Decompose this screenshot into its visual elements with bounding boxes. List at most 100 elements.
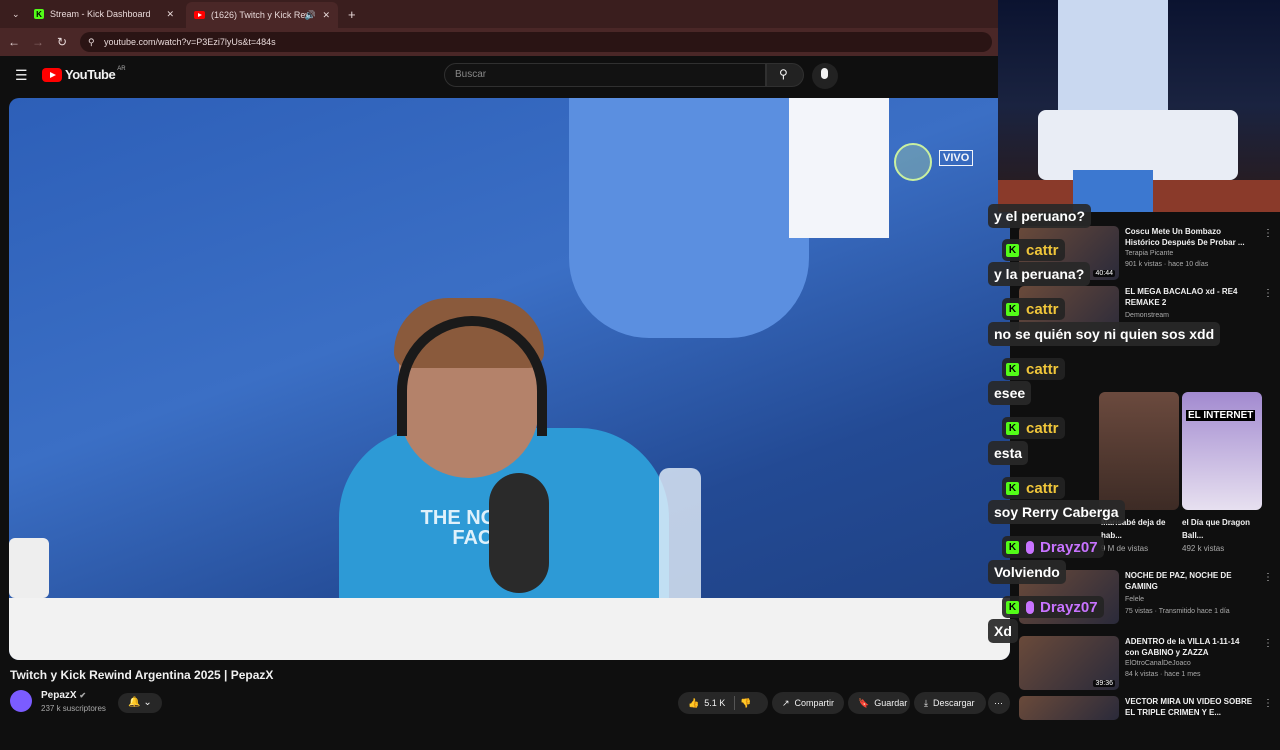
username-text: Drayz07: [1040, 538, 1098, 556]
microphone-icon: [821, 68, 828, 79]
back-icon[interactable]: ←: [6, 34, 22, 50]
username-text: Drayz07: [1040, 598, 1098, 616]
youtube-icon: [194, 11, 205, 19]
short-thumbnail[interactable]: EL INTERNET: [1182, 392, 1262, 510]
username-text: cattr: [1026, 360, 1059, 378]
stream-logo-icon: [894, 143, 932, 181]
chat-message: Xd: [988, 619, 1018, 643]
more-icon[interactable]: ⋮: [1263, 698, 1273, 709]
recommendation-item[interactable]: 39:36 ADENTRO de la VILLA 1-11-14 con GA…: [1019, 636, 1275, 690]
rec-title: EL MEGA BACALAO xd - RE4 REMAKE 2: [1125, 287, 1238, 307]
chat-message: esta: [988, 441, 1029, 465]
search-input[interactable]: Buscar: [444, 63, 766, 87]
chat-username: K Drayz07: [1002, 536, 1104, 558]
more-actions-button[interactable]: ⋯: [988, 692, 1010, 714]
background-shape: [569, 98, 809, 338]
forward-icon[interactable]: →: [30, 34, 46, 50]
live-badge: VIVO: [939, 150, 974, 166]
recommendations-sidebar: 40:44 Coscu Mete Un Bombazo Histórico De…: [1010, 212, 1280, 720]
download-button[interactable]: ⤓ Descargar: [914, 692, 986, 714]
short-views: 492 k vistas: [1182, 544, 1225, 553]
youtube-logo[interactable]: YouTube AR: [42, 66, 126, 82]
kick-icon: K: [1006, 243, 1019, 257]
rec-channel: Felele: [1125, 596, 1145, 603]
site-info-icon[interactable]: ⚲: [88, 37, 95, 48]
chat-message: Volviendo: [988, 560, 1066, 584]
rec-title: VECTOR MIRA UN VIDEO SOBRE EL TRIPLE CRI…: [1125, 697, 1253, 717]
share-button[interactable]: ↗ Compartir: [772, 692, 844, 714]
more-icon[interactable]: ⋮: [1263, 638, 1273, 649]
kick-icon: K: [1006, 302, 1019, 316]
download-icon: ⤓: [924, 697, 928, 708]
microphone-badge-icon: [1026, 600, 1034, 614]
chat-username: Kcattr: [1002, 358, 1065, 380]
more-icon[interactable]: ⋮: [1263, 228, 1273, 239]
rec-title: NOCHE DE PAZ, NOCHE DE GAMING: [1125, 571, 1232, 591]
kick-icon: K: [1006, 600, 1019, 614]
thumbs-down-icon[interactable]: 👎: [740, 698, 751, 709]
video-thumbnail: [1019, 696, 1119, 720]
speaker-icon[interactable]: 🔊: [305, 10, 316, 21]
bookmark-icon: 🔖: [858, 697, 870, 708]
close-icon[interactable]: ✕: [322, 10, 330, 21]
thumbs-up-icon: 👍: [688, 697, 700, 708]
username-text: cattr: [1026, 419, 1059, 437]
notification-button[interactable]: 🔔 ⌄: [118, 693, 162, 713]
rec-channel: Terapia Picante: [1125, 250, 1174, 257]
search-icon: ⚲: [779, 67, 788, 81]
rec-meta: 75 vistas · Transmitido hace 1 día: [1125, 608, 1230, 615]
address-bar-row: ← → ↻ ⚲ youtube.com/watch?v=P3Ezi7lyUs&t…: [0, 28, 998, 56]
bell-icon: 🔔: [128, 697, 141, 708]
recommendation-item[interactable]: VECTOR MIRA UN VIDEO SOBRE EL TRIPLE CRI…: [1019, 696, 1275, 750]
chat-message: y el peruano?: [988, 204, 1092, 228]
short-title: el Día que Dragon Ball...: [1182, 518, 1251, 540]
thumb-text: EL INTERNET: [1186, 410, 1256, 421]
microphone-badge-icon: [1026, 540, 1034, 554]
duration: 40:44: [1093, 270, 1115, 277]
chat-message: y la peruana?: [988, 262, 1091, 286]
background-shape: [789, 98, 889, 238]
url-input[interactable]: ⚲ youtube.com/watch?v=P3Ezi7lyUs&t=484s: [80, 32, 992, 52]
channel-name[interactable]: PepazX ✔: [41, 690, 86, 701]
search-button[interactable]: ⚲: [766, 63, 804, 87]
video-title: Twitch y Kick Rewind Argentina 2025 | Pe…: [10, 668, 274, 682]
search-placeholder: Buscar: [455, 69, 487, 80]
video-player[interactable]: VIVO THE NORTH FACE: [9, 98, 1010, 660]
reload-icon[interactable]: ↻: [54, 34, 70, 50]
browser-tab-bar: ⌄ K Stream - Kick Dashboard ✕ (1626) Twi…: [0, 0, 998, 28]
device: [9, 538, 49, 598]
kick-icon: K: [1006, 421, 1019, 435]
save-label: Guardar: [874, 698, 908, 708]
water-bottle: [659, 468, 701, 618]
url-text: youtube.com/watch?v=P3Ezi7lyUs&t=484s: [104, 37, 276, 47]
tab-label: Stream - Kick Dashboard: [50, 9, 151, 19]
avatar[interactable]: [10, 690, 32, 712]
tab-kick-dashboard[interactable]: K Stream - Kick Dashboard ✕: [26, 2, 182, 26]
menu-icon[interactable]: ☰: [15, 67, 28, 84]
verified-icon: ✔: [79, 691, 87, 700]
like-button[interactable]: 👍 5.1 K 👎: [678, 692, 768, 714]
chat-message: soy Rerry Caberga: [988, 500, 1125, 524]
username-text: cattr: [1026, 241, 1059, 259]
username-text: cattr: [1026, 300, 1059, 318]
rec-channel: Demonstream: [1125, 312, 1169, 319]
youtube-play-icon: [42, 67, 62, 82]
youtube-header: ☰ YouTube AR Buscar ⚲: [0, 56, 998, 96]
more-icon[interactable]: ⋮: [1263, 572, 1273, 583]
tab-list-button[interactable]: ⌄: [4, 2, 24, 26]
chat-username: Kcattr: [1002, 417, 1065, 439]
chat-message: no se quién soy ni quien sos xdd: [988, 322, 1221, 346]
rec-title: Coscu Mete Un Bombazo Histórico Después …: [1125, 227, 1245, 247]
chat-username: K Drayz07: [1002, 596, 1104, 618]
tab-youtube-video[interactable]: (1626) Twitch y Kick Rewind 🔊 ✕: [186, 2, 338, 28]
chevron-down-icon: ⌄: [143, 697, 152, 708]
new-tab-button[interactable]: +: [340, 2, 364, 26]
chat-username: Kcattr: [1002, 298, 1065, 320]
more-icon[interactable]: ⋮: [1263, 288, 1273, 299]
short-thumbnail[interactable]: [1099, 392, 1179, 510]
voice-search-button[interactable]: [812, 63, 838, 89]
close-icon[interactable]: ✕: [166, 9, 174, 20]
duration: 39:36: [1093, 680, 1115, 687]
chevron-down-icon: ⌄: [12, 8, 20, 19]
save-button[interactable]: 🔖 Guardar: [848, 692, 910, 714]
